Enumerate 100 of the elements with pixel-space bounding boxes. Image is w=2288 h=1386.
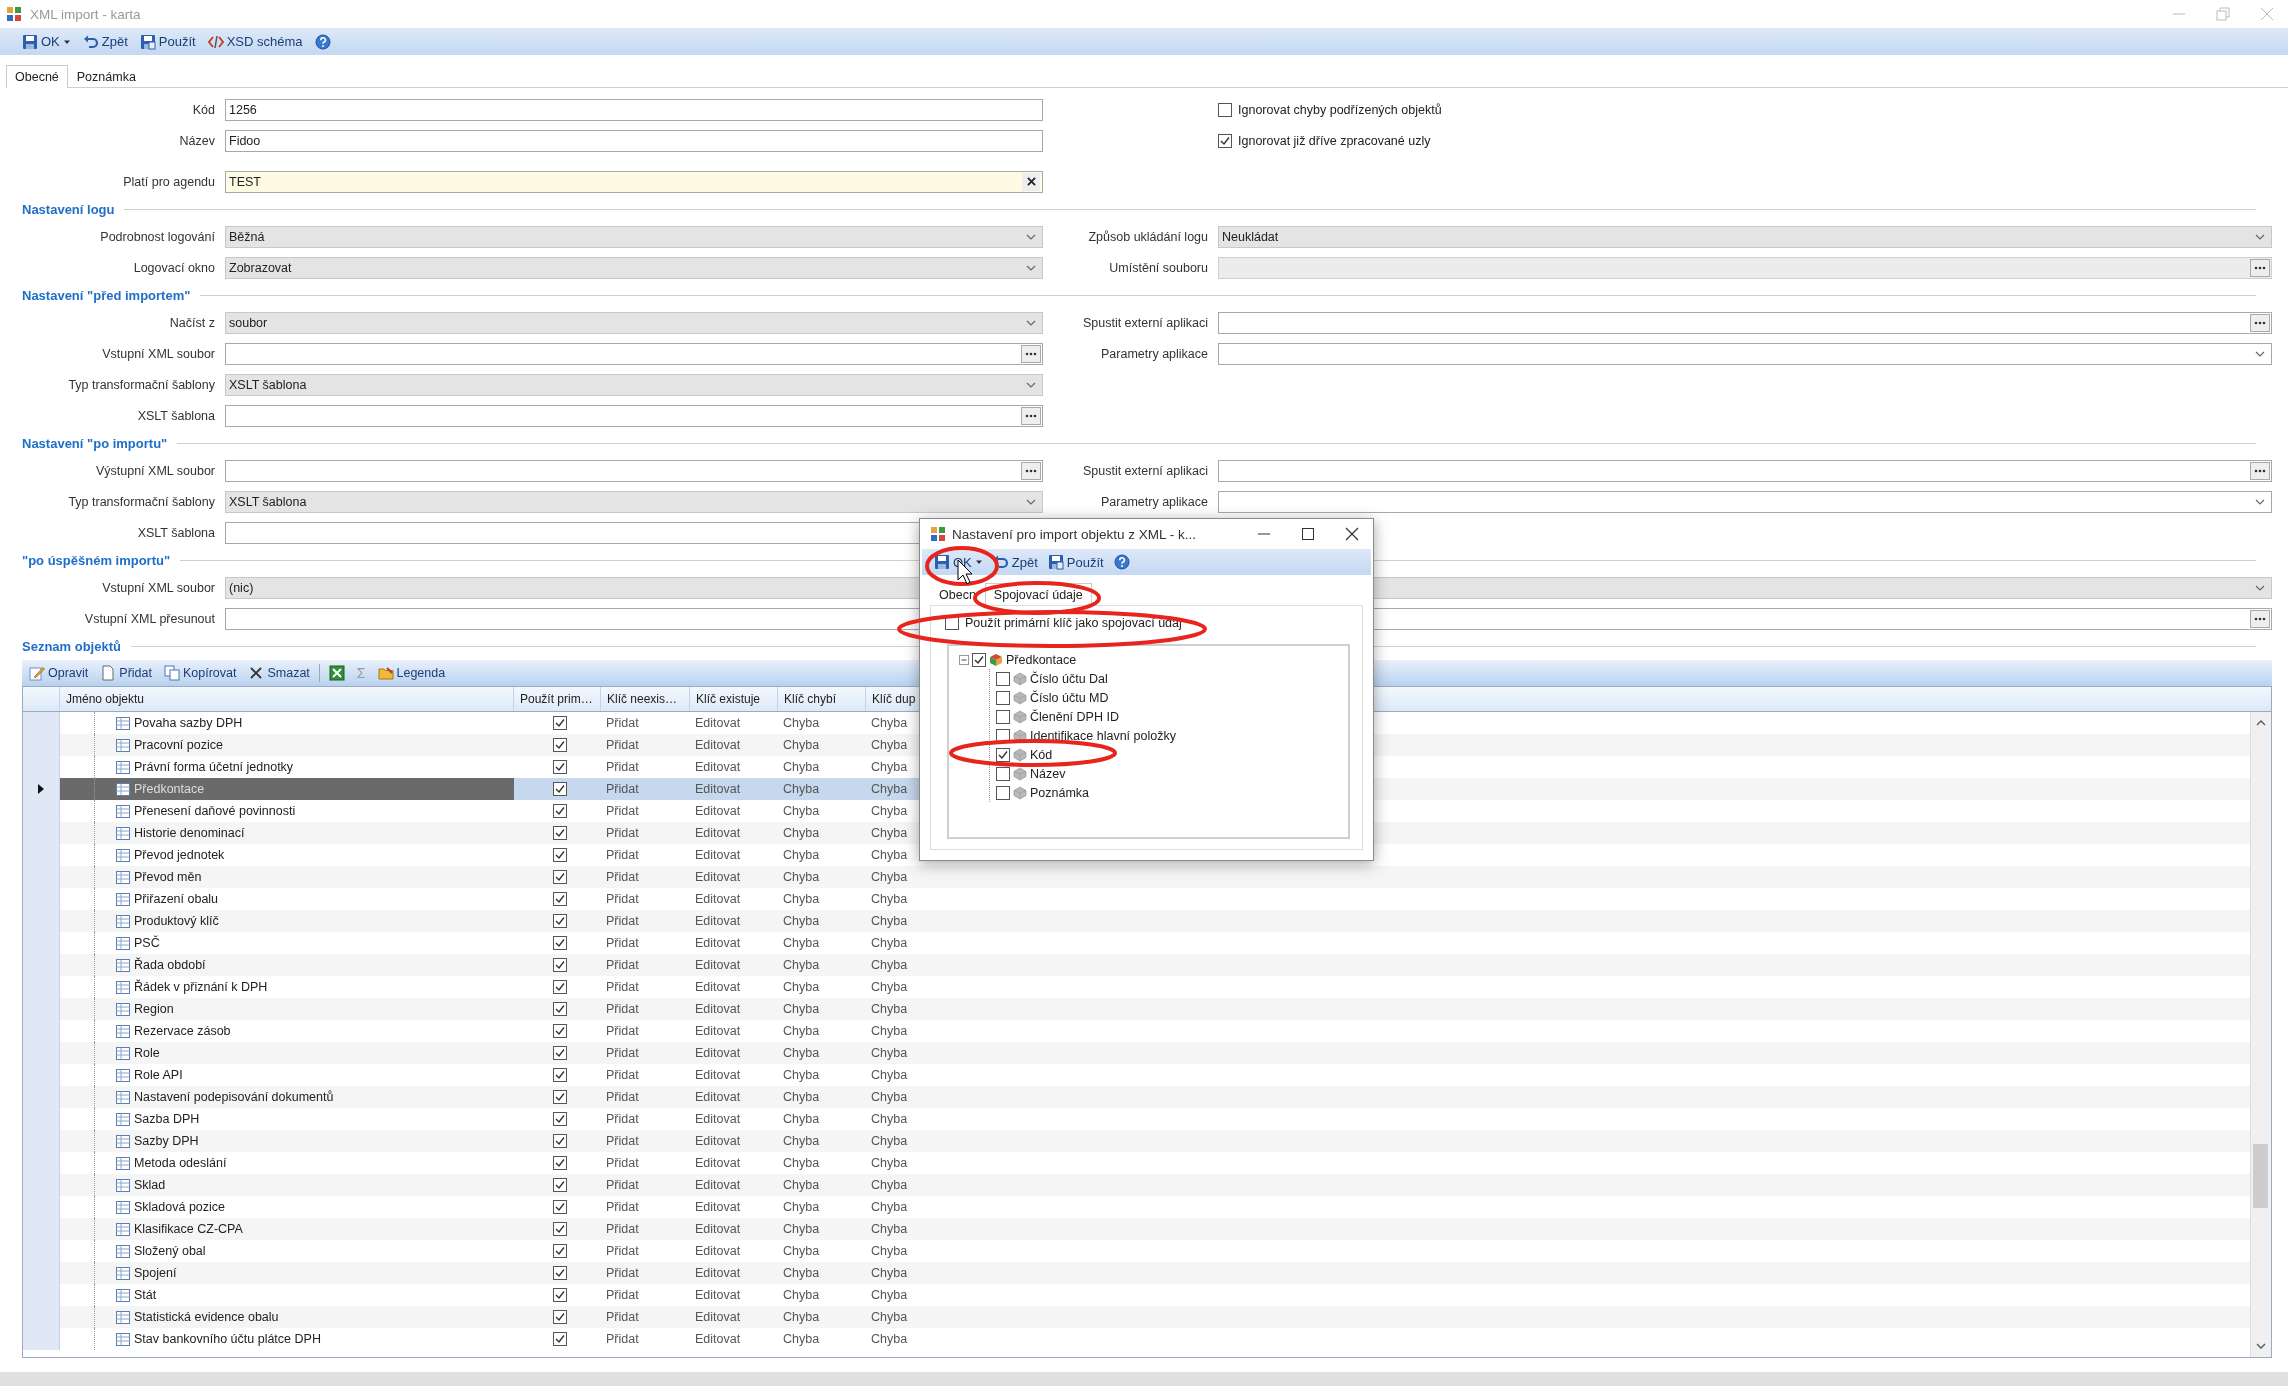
table-cell: Editovat [695,1332,741,1346]
table-cell: Přidat [606,980,639,994]
table-cell: Chyba [871,1134,908,1148]
table-cell: Přidat [606,716,639,730]
table-cell: Chyba [871,738,908,752]
table-cell: Editovat [695,738,741,752]
table-cell: Chyba [783,1024,820,1038]
table-cell: Editovat [695,1288,741,1302]
object-name: Spojení [134,1266,177,1280]
field-label: Výstupní XML soubor [95,463,215,478]
dialog-title: Nastavení pro import objektu z XML - k... [952,526,1197,542]
table-cell: Chyba [783,1332,820,1346]
field-label: Parametry aplikace [1101,494,1208,509]
table-cell: Chyba [871,1002,908,1016]
object-name: Klasifikace CZ-CPA [134,1222,243,1236]
table-cell: Editovat [695,1046,741,1060]
table-cell: Editovat [695,1200,741,1214]
object-name: Přenesení daňové povinnosti [134,804,296,818]
field-label: Typ transformační šablony [68,494,215,509]
table-cell: Přidat [606,1310,639,1324]
table-cell: Přidat [606,870,639,884]
object-name: Řada období [134,958,206,972]
field-label: Název [179,133,215,148]
object-name: Pracovní pozice [134,738,223,752]
table-cell: Editovat [695,1310,741,1324]
table-cell: Chyba [871,804,908,818]
object-name: Historie denominací [134,826,245,840]
table-cell: Editovat [695,1222,741,1236]
table-cell: Editovat [695,958,741,972]
table-cell: Chyba [871,1200,908,1214]
field-label: Logovací okno [133,260,215,275]
table-cell: Chyba [783,1112,820,1126]
table-cell: Přidat [606,1178,639,1192]
section-heading: Nastavení "po importu" [22,435,168,451]
table-cell: Editovat [695,1002,741,1016]
table-cell: Chyba [871,1068,908,1082]
table-cell: Chyba [871,1090,908,1104]
table-cell: Chyba [783,1200,820,1214]
object-name: Sazby DPH [134,1134,199,1148]
field-label: Načíst z [169,315,215,330]
section-heading: "po úspěšném importu" [22,552,171,568]
table-cell: Chyba [871,936,908,950]
object-name: Právní forma účetní jednotky [134,760,294,774]
table-cell: Chyba [783,1244,820,1258]
table-cell: Chyba [783,760,820,774]
table-cell: Chyba [871,1024,908,1038]
table-cell: Přidat [606,958,639,972]
table-cell: Chyba [871,1310,908,1324]
table-cell: Přidat [606,1200,639,1214]
field-label: Spustit externí aplikaci [1082,315,1208,330]
table-cell: Editovat [695,782,741,796]
field-label: XSLT šablona [137,525,215,540]
table-cell: Chyba [871,892,908,906]
table-cell: Editovat [695,1266,741,1280]
object-name: Skladová pozice [134,1200,226,1214]
table-cell: Editovat [695,1134,741,1148]
table-cell: Editovat [695,760,741,774]
field-label: Způsob ukládání logu [1088,229,1208,244]
object-name: Metoda odeslání [134,1156,227,1170]
table-cell: Přidat [606,1090,639,1104]
table-cell: Chyba [871,1222,908,1236]
table-cell: Přidat [606,1156,639,1170]
table-cell: Chyba [783,914,820,928]
table-cell: Editovat [695,1112,741,1126]
table-cell: Chyba [871,1266,908,1280]
table-cell: Přidat [606,1134,639,1148]
table-cell: Přidat [606,1332,639,1346]
field-label: Vstupní XML soubor [102,346,215,361]
object-name: Role [134,1046,160,1060]
field-label: Parametry aplikace [1101,346,1208,361]
table-cell: Chyba [871,1112,908,1126]
table-cell: Chyba [871,1046,908,1060]
object-name: Region [134,1002,174,1016]
table-cell: Editovat [695,1024,741,1038]
field-label: Podrobnost logování [100,229,215,244]
table-cell: Chyba [783,804,820,818]
object-name: Převod měn [134,870,202,884]
table-cell: Chyba [783,1134,820,1148]
table-cell: Chyba [783,716,820,730]
table-cell: Přidat [606,826,639,840]
table-cell: Chyba [783,870,820,884]
table-cell: Chyba [871,848,908,862]
table-cell: Chyba [783,1002,820,1016]
field-label: Vstupní XML přesunout [84,611,215,626]
table-cell: Chyba [783,892,820,906]
field-label: Umístění souboru [1109,260,1208,275]
table-cell: Editovat [695,892,741,906]
table-cell: Chyba [783,958,820,972]
object-name: PSČ [134,936,160,950]
table-cell: Chyba [871,1244,908,1258]
table-cell: Editovat [695,848,741,862]
table-cell: Chyba [783,1178,820,1192]
table-cell: Editovat [695,804,741,818]
table-cell: Editovat [695,936,741,950]
table-cell: Editovat [695,870,741,884]
table-cell: Chyba [871,1156,908,1170]
object-name: Sklad [134,1178,166,1192]
table-cell: Chyba [871,870,908,884]
object-name: Statistická evidence obalu [134,1310,279,1324]
object-name: Produktový klíč [134,914,219,928]
